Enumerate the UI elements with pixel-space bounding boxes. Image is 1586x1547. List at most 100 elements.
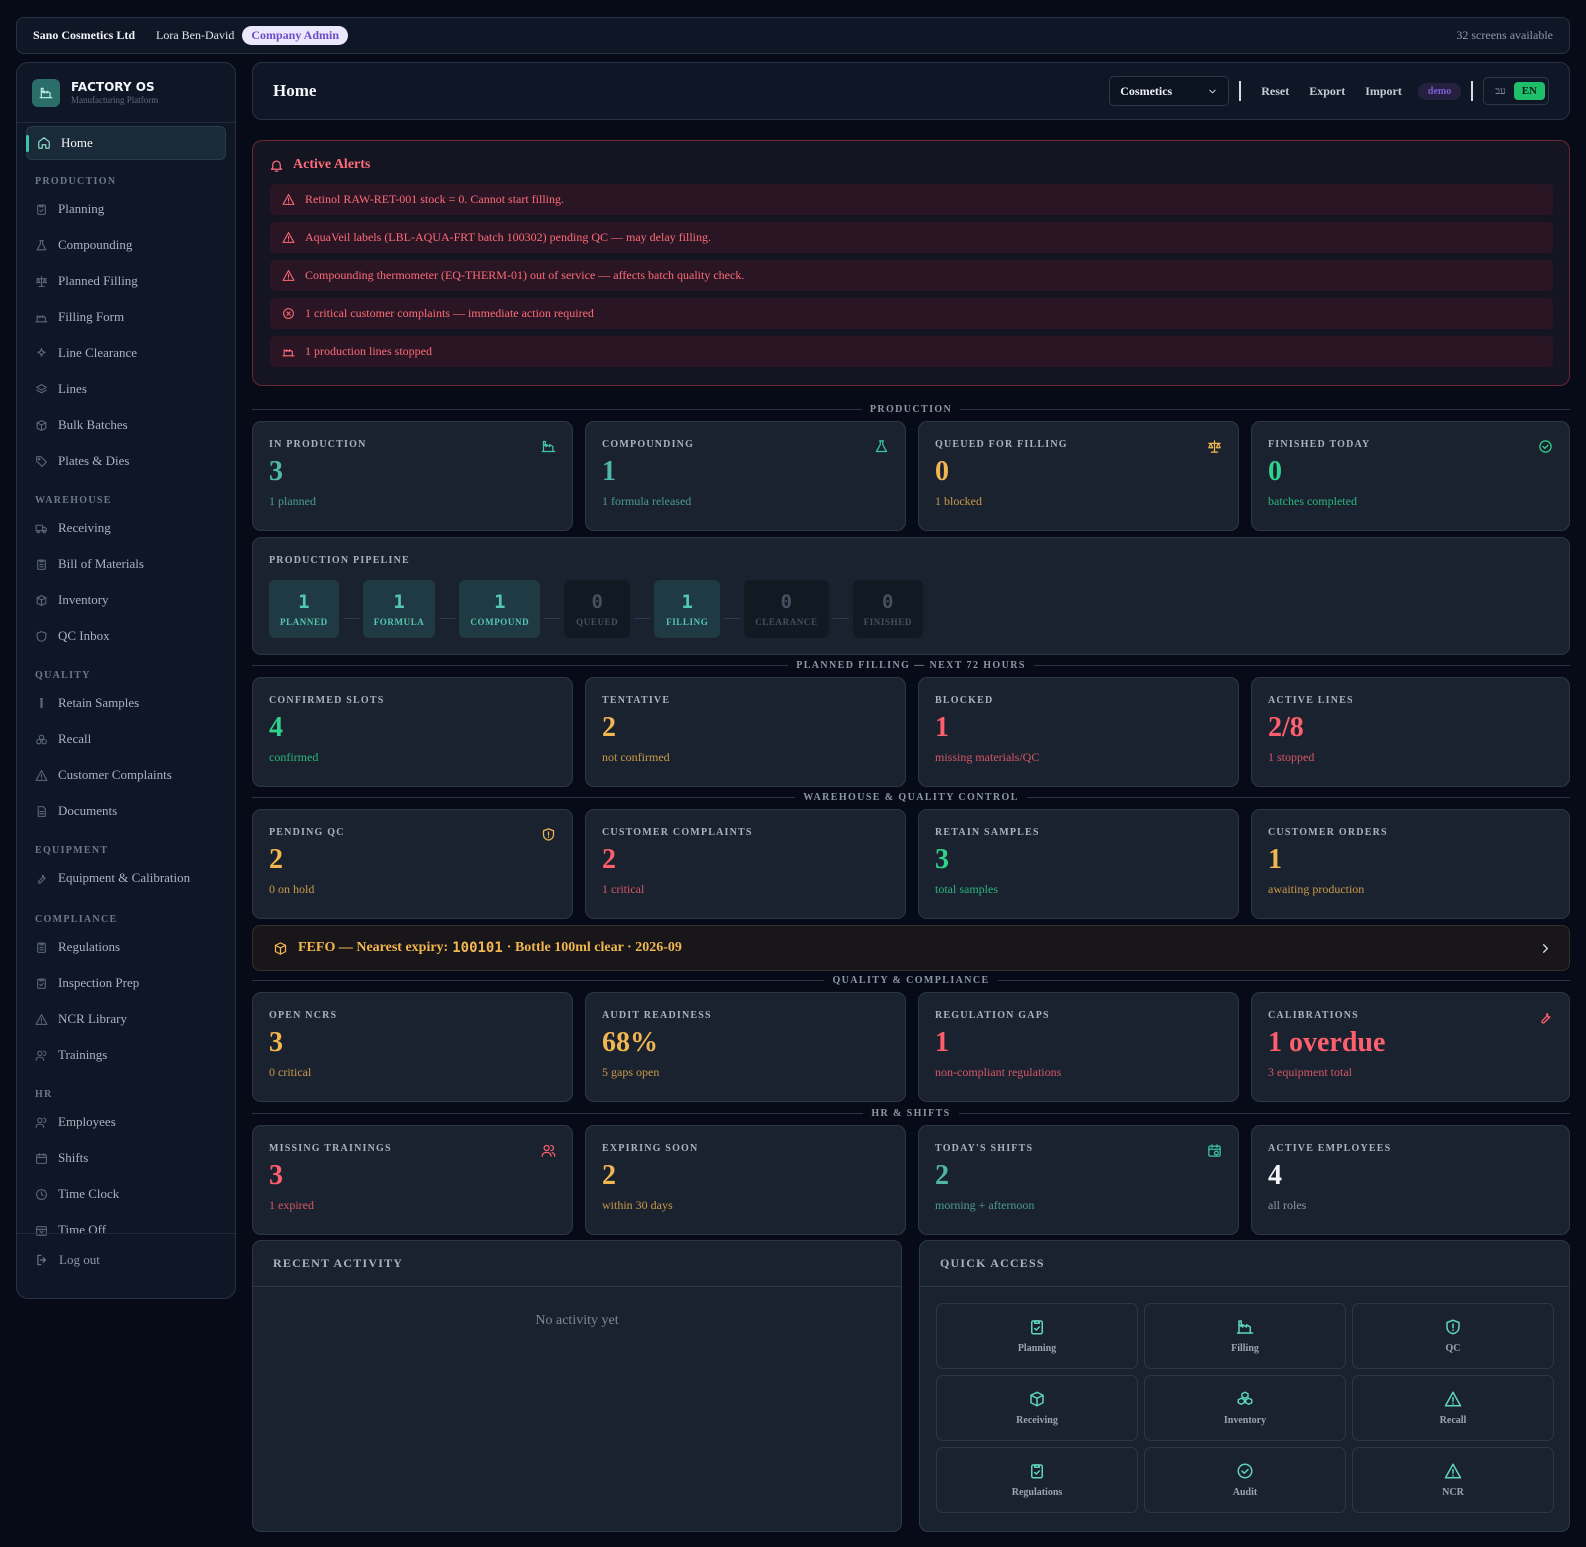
sidebar-item-filling-form[interactable]: Filling Form [35, 307, 124, 327]
sidebar-item-qc-inbox[interactable]: QC Inbox [35, 626, 110, 646]
sidebar-item-regulations[interactable]: Regulations [35, 937, 120, 957]
alert-item[interactable]: 1 critical customer complaints — immedia… [270, 298, 1553, 329]
screens-count: 32 screens available [1456, 28, 1553, 42]
export-button[interactable]: Export [1309, 84, 1345, 99]
card-subtext: 1 formula released [602, 494, 692, 508]
card-active-lines[interactable]: ACTIVE LINES 2/8 1 stopped [1251, 677, 1570, 787]
sidebar-item-line-clearance[interactable]: Line Clearance [35, 343, 137, 363]
sidebar-item-lines[interactable]: Lines [35, 379, 87, 399]
sidebar-item-recall[interactable]: Recall [35, 729, 91, 749]
card-finished-today[interactable]: FINISHED TODAY 0 batches completed [1251, 421, 1570, 531]
biohazard-icon [36, 734, 47, 744]
fefo-banner[interactable]: FEFO — Nearest expiry: 100101 · Bottle 1… [252, 925, 1570, 971]
alert-item[interactable]: Retinol RAW-RET-001 stock = 0. Cannot st… [270, 184, 1553, 215]
pipeline-stage-planned[interactable]: 1 PLANNED [269, 580, 339, 638]
card-compounding[interactable]: COMPOUNDING 1 1 formula released [585, 421, 906, 531]
sidebar-item-plates-dies[interactable]: Plates & Dies [35, 451, 130, 471]
sidebar-item-time-clock[interactable]: Time Clock [35, 1184, 119, 1204]
sidebar-item-employees[interactable]: Employees [35, 1112, 116, 1132]
quick-access-ncr[interactable]: NCR [1352, 1447, 1554, 1513]
sidebar-item-bulk-batches[interactable]: Bulk Batches [35, 415, 128, 435]
quick-access-filling[interactable]: Filling [1144, 1303, 1346, 1369]
card-pending-qc[interactable]: PENDING QC 2 0 on hold [252, 809, 573, 919]
fefo-batch: 100101 [452, 940, 503, 956]
card-label: ACTIVE EMPLOYEES [1268, 1143, 1392, 1154]
production-pipeline: PRODUCTION PIPELINE 1 PLANNED 1 FORMULA 1 C… [252, 537, 1570, 655]
card-missing-trainings[interactable]: MISSING TRAININGS 3 1 expired [252, 1125, 573, 1235]
card-retain-samples[interactable]: RETAIN SAMPLES 3 total samples [918, 809, 1239, 919]
quick-access-audit[interactable]: Audit [1144, 1447, 1346, 1513]
sidebar-item-ncr-library[interactable]: NCR Library [35, 1009, 127, 1029]
sidebar-item-trainings[interactable]: Trainings [35, 1045, 107, 1065]
pipeline-stage-clearance[interactable]: 0 CLEARANCE [744, 580, 829, 638]
card-todays-shifts[interactable]: TODAY'S SHIFTS 2 morning + afternoon [918, 1125, 1239, 1235]
quick-access-inventory[interactable]: Inventory [1144, 1375, 1346, 1441]
lang-en-button[interactable]: EN [1513, 82, 1545, 100]
sidebar-item-equipment-calibration[interactable]: Equipment & Calibration [35, 868, 190, 888]
quick-access-qc[interactable]: QC [1352, 1303, 1554, 1369]
pipeline-stage-filling[interactable]: 1 FILLING [654, 580, 721, 638]
alert-item[interactable]: 1 production lines stopped [270, 336, 1553, 367]
card-audit-readiness[interactable]: AUDIT READINESS 68% 5 gaps open [585, 992, 906, 1102]
quick-access-recall[interactable]: Recall [1352, 1375, 1554, 1441]
card-value: 4 [269, 712, 283, 743]
sidebar-item-home[interactable]: Home [26, 126, 226, 160]
sidebar-item-label: Time Clock [58, 1186, 120, 1201]
sidebar-item-receiving[interactable]: Receiving [35, 518, 111, 538]
card-subtext: total samples [935, 882, 998, 896]
sidebar-item-inventory[interactable]: Inventory [35, 590, 109, 610]
card-regulation-gaps[interactable]: REGULATION GAPS 1 non-compliant regulati… [918, 992, 1239, 1102]
sidebar-item-retain-samples[interactable]: Retain Samples [35, 693, 139, 713]
factory-icon [1236, 1320, 1254, 1334]
card-in-production[interactable]: IN PRODUCTION 3 1 planned [252, 421, 573, 531]
package-icon [1030, 1391, 1044, 1407]
pipeline-stage-formula[interactable]: 1 FORMULA [362, 580, 436, 638]
card-value: 1 [1268, 844, 1282, 875]
card-tentative[interactable]: TENTATIVE 2 not confirmed [585, 677, 906, 787]
card-blocked[interactable]: BLOCKED 1 missing materials/QC [918, 677, 1239, 787]
import-button[interactable]: Import [1365, 84, 1402, 99]
card-subtext: 1 blocked [935, 494, 982, 508]
card-label: TENTATIVE [602, 695, 671, 706]
pipeline-stage-compound[interactable]: 1 COMPOUND [459, 580, 541, 638]
package-icon [274, 941, 287, 955]
quick-access-regulations[interactable]: Regulations [936, 1447, 1138, 1513]
quick-access-receiving[interactable]: Receiving [936, 1375, 1138, 1441]
card-customer-orders[interactable]: CUSTOMER ORDERS 1 awaiting production [1251, 809, 1570, 919]
card-calibrations[interactable]: CALIBRATIONS 1 overdue 3 equipment total [1251, 992, 1570, 1102]
card-open-ncrs[interactable]: OPEN NCRS 3 0 critical [252, 992, 573, 1102]
quick-access-planning[interactable]: Planning [936, 1303, 1138, 1369]
sidebar-item-compounding[interactable]: Compounding [35, 235, 132, 255]
card-confirmed-slots[interactable]: CONFIRMED SLOTS 4 confirmed [252, 677, 573, 787]
stage-count: 1 [681, 591, 693, 613]
lang-he-button[interactable]: עב [1487, 86, 1513, 97]
card-value: 1 [935, 712, 949, 743]
section-title: QUALITY & COMPLIANCE [832, 974, 990, 986]
stage-label: CLEARANCE [755, 617, 818, 627]
sidebar-item-inspection-prep[interactable]: Inspection Prep [35, 973, 139, 993]
sidebar-item-bill-of-materials[interactable]: Bill of Materials [35, 554, 144, 574]
card-queued-for-filling[interactable]: QUEUED FOR FILLING 0 1 blocked [918, 421, 1239, 531]
card-value: 2 [269, 844, 283, 875]
industry-select[interactable]: Cosmetics [1109, 76, 1230, 106]
alert-item[interactable]: Compounding thermometer (EQ-THERM-01) ou… [270, 260, 1553, 291]
top-bar: Sano Cosmetics Ltd Lora Ben-David Compan… [16, 17, 1570, 54]
pipeline-stage-finished[interactable]: 0 FINISHED [852, 580, 923, 638]
card-expiring-soon[interactable]: EXPIRING SOON 2 within 30 days [585, 1125, 906, 1235]
sidebar-item-planned-filling[interactable]: Planned Filling [35, 271, 138, 291]
alert-item[interactable]: AquaVeil labels (LBL-AQUA-FRT batch 1003… [270, 222, 1553, 253]
sidebar-item-planning[interactable]: Planning [35, 199, 104, 219]
quick-access-title: QUICK ACCESS [920, 1241, 1569, 1287]
package-icon [36, 419, 47, 431]
sidebar-item-customer-complaints[interactable]: Customer Complaints [35, 765, 172, 785]
sidebar-item-shifts[interactable]: Shifts [35, 1148, 88, 1168]
reset-button[interactable]: Reset [1261, 84, 1289, 99]
card-active-employees[interactable]: ACTIVE EMPLOYEES 4 all roles [1251, 1125, 1570, 1235]
sidebar-item-documents[interactable]: Documents [35, 801, 117, 821]
logout-button[interactable]: Log out [17, 1233, 235, 1285]
page-title: Home [273, 81, 317, 100]
card-customer-complaints[interactable]: CUSTOMER COMPLAINTS 2 1 critical [585, 809, 906, 919]
active-alerts-panel: Active Alerts Retinol RAW-RET-001 stock … [252, 140, 1570, 386]
brand[interactable]: FACTORY OS Manufacturing Platform [17, 63, 235, 123]
pipeline-stage-queued[interactable]: 0 QUEUED [564, 580, 631, 638]
